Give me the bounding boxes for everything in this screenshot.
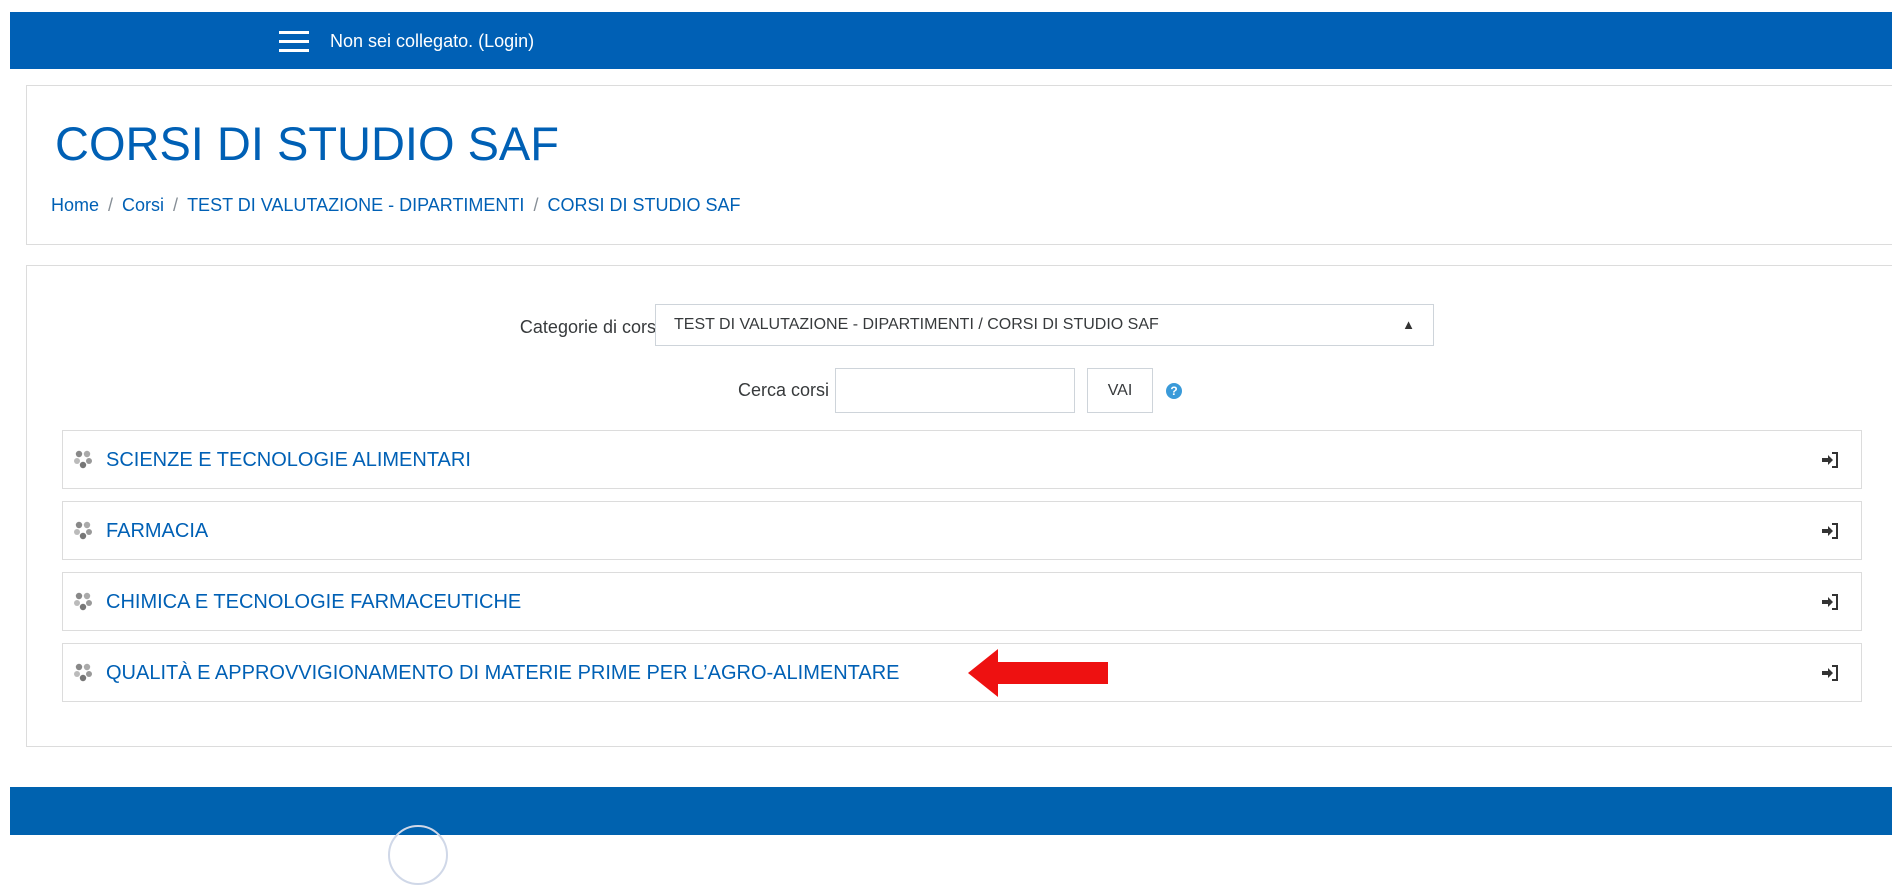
- top-navbar: Non sei collegato. (Login): [10, 12, 1892, 69]
- category-item[interactable]: SCIENZE E TECNOLOGIE ALIMENTARI: [62, 430, 1862, 489]
- enter-icon[interactable]: [1821, 665, 1839, 681]
- search-go-button[interactable]: VAI: [1087, 368, 1153, 413]
- search-courses-label: Cerca corsi: [737, 380, 829, 400]
- enter-icon[interactable]: [1821, 594, 1839, 610]
- category-link[interactable]: CHIMICA E TECNOLOGIE FARMACEUTICHE: [106, 590, 521, 614]
- enter-icon[interactable]: [1821, 452, 1839, 468]
- category-select-value: TEST DI VALUTAZIONE - DIPARTIMENTI / COR…: [674, 316, 1159, 333]
- category-select-label: Categorie di corso:: [519, 317, 671, 337]
- breadcrumb-separator: /: [533, 195, 539, 215]
- breadcrumb-test-di-valutazione[interactable]: TEST DI VALUTAZIONE - DIPARTIMENTI: [187, 195, 524, 215]
- category-item[interactable]: CHIMICA E TECNOLOGIE FARMACEUTICHE: [62, 572, 1862, 631]
- university-seal-logo: [388, 825, 448, 885]
- category-icon: [74, 450, 92, 469]
- breadcrumb-corsi[interactable]: Corsi: [122, 195, 164, 215]
- page-title: CORSI DI STUDIO SAF: [55, 117, 559, 170]
- category-icon: [74, 592, 92, 611]
- category-link[interactable]: SCIENZE E TECNOLOGIE ALIMENTARI: [106, 448, 471, 472]
- help-icon[interactable]: ?: [1166, 383, 1182, 399]
- login-status[interactable]: Non sei collegato. (Login): [330, 31, 534, 51]
- category-icon: [74, 663, 92, 682]
- select-arrows-icon: ▲︎: [1402, 317, 1415, 332]
- red-arrow-annotation: [968, 649, 1108, 697]
- enter-icon[interactable]: [1821, 523, 1839, 539]
- breadcrumb: Home / Corsi / TEST DI VALUTAZIONE - DIPARTI…: [51, 194, 740, 216]
- category-link[interactable]: QUALITÀ E APPROVVIGIONAMENTO DI MATERIE …: [106, 661, 900, 685]
- hamburger-menu-icon[interactable]: [267, 29, 317, 59]
- page-header: CORSI DI STUDIO SAF Home / Corsi / TEST DI V…: [26, 85, 1892, 245]
- breadcrumb-separator: /: [173, 195, 179, 215]
- breadcrumb-corsi-di-studio-saf[interactable]: CORSI DI STUDIO SAF: [547, 195, 740, 215]
- breadcrumb-separator: /: [108, 195, 114, 215]
- footer: [10, 787, 1892, 885]
- category-item[interactable]: QUALITÀ E APPROVVIGIONAMENTO DI MATERIE …: [62, 643, 1862, 702]
- category-select[interactable]: TEST DI VALUTAZIONE - DIPARTIMENTI / COR…: [655, 304, 1434, 346]
- breadcrumb-home[interactable]: Home: [51, 195, 99, 215]
- search-courses-input[interactable]: [835, 368, 1075, 413]
- category-link[interactable]: FARMACIA: [106, 519, 208, 543]
- course-category-panel: Categorie di corso: TEST DI VALUTAZIONE …: [26, 265, 1892, 747]
- category-item[interactable]: FARMACIA: [62, 501, 1862, 560]
- category-icon: [74, 521, 92, 540]
